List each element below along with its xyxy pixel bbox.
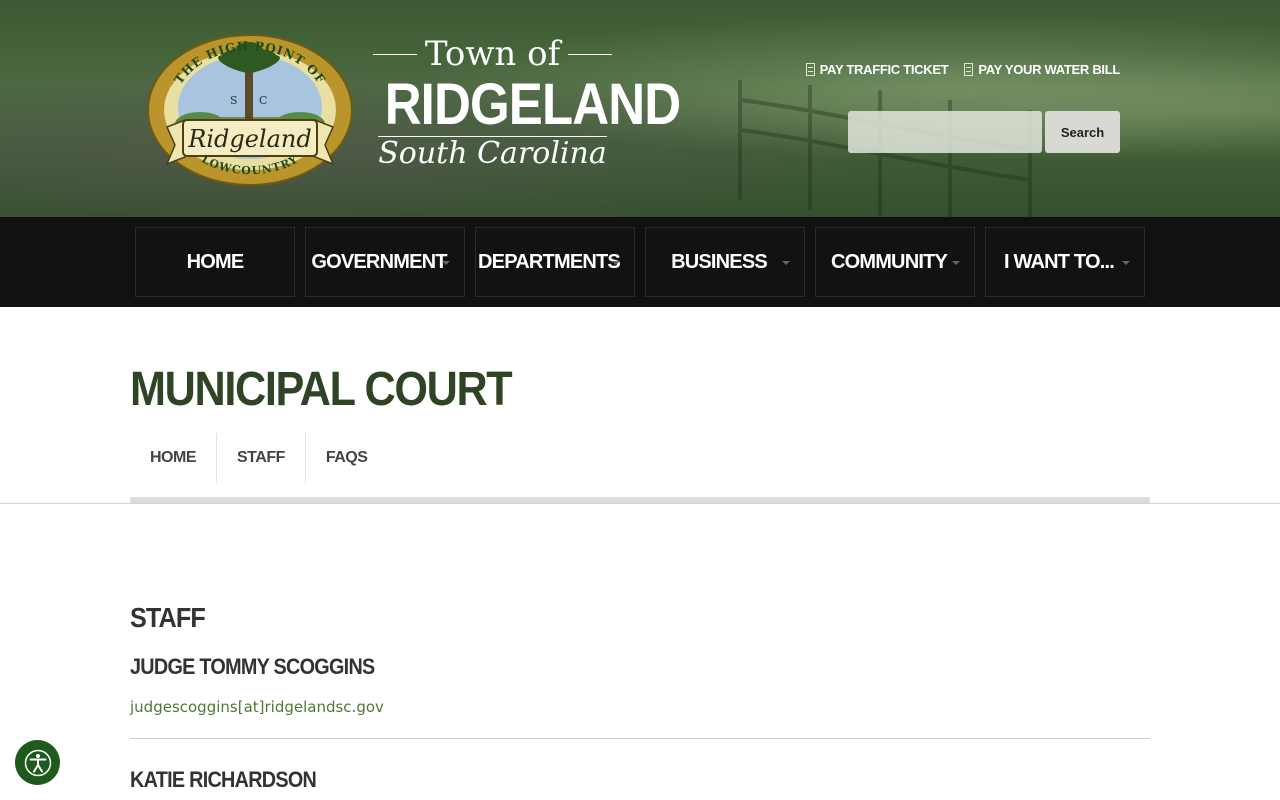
- pay-water-bill-link[interactable]: PAY YOUR WATER BILL: [964, 62, 1120, 77]
- wordmark-rule-right: [568, 53, 613, 55]
- caret-down-icon: [1122, 261, 1130, 265]
- wordmark-town-of: Town of: [370, 34, 615, 74]
- nav-i-want-to[interactable]: I WANT TO...: [985, 227, 1145, 297]
- nav-label: BUSINESS: [671, 250, 768, 273]
- staff-name: KATIE RICHARDSON: [130, 767, 317, 792]
- staff-name: JUDGE TOMMY SCOGGINS: [130, 654, 375, 679]
- wordmark-rule-left: [372, 53, 417, 55]
- subnav-faqs[interactable]: FAQS: [306, 433, 388, 483]
- subnav-home[interactable]: HOME: [130, 433, 217, 483]
- quick-link-label: PAY YOUR WATER BILL: [978, 62, 1120, 77]
- wordmark-south-carolina: South Carolina: [378, 136, 607, 171]
- caret-down-icon: [952, 261, 960, 265]
- nav-community[interactable]: COMMUNITY: [815, 227, 975, 297]
- accessibility-button[interactable]: [15, 740, 60, 785]
- site-header: S C Ridgeland THE HIGH POINT OF LOWCOUNT…: [0, 0, 1280, 217]
- nav-business[interactable]: BUSINESS: [645, 227, 805, 297]
- subnav-staff[interactable]: STAFF: [217, 433, 306, 483]
- caret-down-icon: [442, 261, 450, 265]
- search-button[interactable]: Search: [1045, 111, 1120, 153]
- svg-text:Ridgeland: Ridgeland: [187, 125, 311, 153]
- wordmark-ridgeland: RIDGELAND: [384, 72, 681, 137]
- content-divider: [0, 503, 1280, 504]
- main-navigation: HOME GOVERNMENT DEPARTMENTS BUSINESS COM…: [0, 217, 1280, 307]
- town-seal-logo[interactable]: S C Ridgeland THE HIGH POINT OF LOWCOUNT…: [145, 32, 355, 187]
- nav-departments[interactable]: DEPARTMENTS: [475, 227, 635, 297]
- nav-home[interactable]: HOME: [135, 227, 295, 297]
- staff-divider: [130, 738, 1150, 739]
- section-heading: STAFF: [130, 602, 206, 633]
- town-wordmark[interactable]: Town of RIDGELAND South Carolina: [370, 34, 681, 184]
- page-title: MUNICIPAL COURT: [130, 363, 513, 416]
- header-quick-links: PAY TRAFFIC TICKET PAY YOUR WATER BILL: [805, 62, 1120, 77]
- pay-traffic-ticket-link[interactable]: PAY TRAFFIC TICKET: [805, 62, 949, 77]
- search-input[interactable]: [848, 111, 1042, 153]
- document-icon: [964, 63, 974, 76]
- quick-link-label: PAY TRAFFIC TICKET: [819, 62, 949, 77]
- nav-label: HOME: [186, 250, 245, 273]
- document-icon: [805, 63, 815, 76]
- wordmark-town-of-text: Town of: [424, 34, 561, 74]
- nav-label: DEPARTMENTS: [478, 250, 621, 273]
- staff-email-link[interactable]: judgescoggins[at]ridgelandsc.gov: [130, 698, 384, 716]
- nav-label: I WANT TO...: [1003, 250, 1115, 273]
- svg-text:S: S: [230, 94, 238, 107]
- accessibility-icon: [24, 749, 51, 776]
- nav-label: GOVERNMENT: [311, 250, 447, 273]
- caret-down-icon: [782, 261, 790, 265]
- section-subnav: HOME STAFF FAQS: [130, 433, 387, 483]
- nav-label: COMMUNITY: [830, 250, 948, 273]
- caret-down-icon: [612, 261, 620, 265]
- nav-government[interactable]: GOVERNMENT: [305, 227, 465, 297]
- svg-text:C: C: [259, 94, 267, 107]
